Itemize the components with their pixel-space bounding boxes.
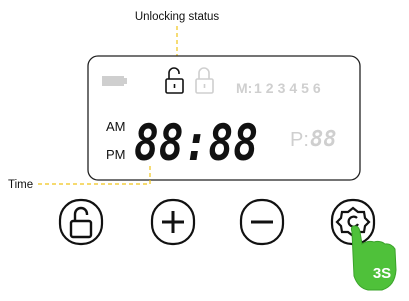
- program-digits: 88: [310, 127, 337, 152]
- memory-label: M:: [236, 80, 252, 96]
- program-label: P:: [290, 129, 309, 151]
- battery-icon: [102, 76, 127, 86]
- unlocking-status-label: Unlocking status: [135, 11, 220, 23]
- minus-button[interactable]: [239, 198, 285, 246]
- am-indicator: AM: [106, 119, 126, 134]
- pm-indicator: PM: [106, 147, 126, 162]
- time-annotation-label: Time: [8, 179, 33, 191]
- hold-duration-label: 3S: [373, 265, 391, 282]
- keypad-diagram: Unlocking status M: 123456 AM PM 88:88 P…: [8, 11, 397, 291]
- time-digits: 88:88: [134, 114, 258, 172]
- unlock-button[interactable]: [58, 198, 104, 246]
- memory-slots: 123456: [254, 80, 325, 96]
- plus-button[interactable]: [150, 198, 196, 246]
- pointing-hand-icon: 3S: [350, 225, 397, 291]
